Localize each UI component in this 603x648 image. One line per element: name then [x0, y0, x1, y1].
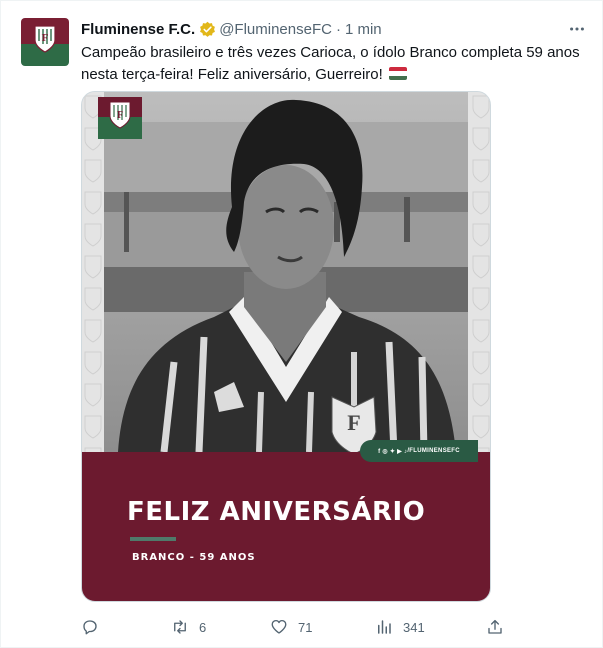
player-photo: F: [104, 92, 468, 452]
share-button[interactable]: [486, 616, 504, 638]
birthday-headline: FELIZ ANIVERSÁRIO: [127, 497, 426, 527]
social-handle-text: /FLUMINENSEFC: [407, 448, 460, 454]
verified-badge-icon: [200, 21, 216, 37]
hungary-flag-icon: [388, 67, 407, 80]
retweet-count: 6: [199, 619, 207, 635]
headline-underline: [130, 537, 176, 541]
tweet-header: Fluminense F.C. @FluminenseFC · 1 min: [81, 19, 382, 39]
tweet-body: Campeão brasileiro e três vezes Carioca,…: [81, 44, 580, 83]
reply-icon: [83, 620, 97, 635]
heart-icon: [271, 619, 287, 634]
tweet-timestamp[interactable]: 1 min: [345, 21, 382, 38]
like-button[interactable]: 71: [270, 616, 312, 638]
account-name[interactable]: Fluminense F.C.: [81, 21, 195, 38]
svg-text:F: F: [42, 32, 49, 44]
reply-button[interactable]: [81, 616, 99, 638]
tweet-media-image[interactable]: F F f ◎ ✦ ▶ ♪ /FLUMINENSEFC FELIZ ANIVER…: [81, 91, 491, 602]
separator-dot: ·: [335, 20, 341, 38]
retweet-icon: [174, 620, 186, 634]
more-options-icon[interactable]: [567, 19, 587, 39]
tweet-text: Campeão brasileiro e três vezes Carioca,…: [81, 42, 586, 86]
account-handle[interactable]: @FluminenseFC: [219, 21, 332, 38]
views-button[interactable]: 341: [375, 616, 425, 638]
like-count: 71: [298, 619, 313, 635]
svg-text:F: F: [117, 110, 123, 121]
views-chart-icon: [378, 620, 391, 634]
fluminense-logo-icon: F: [98, 97, 142, 139]
fluminense-crest-icon: F: [34, 25, 56, 53]
tweet-card[interactable]: F Fluminense F.C. @FluminenseFC · 1 min …: [0, 0, 603, 648]
share-icon: [488, 619, 502, 634]
birthday-banner: [82, 452, 490, 601]
svg-text:F: F: [347, 410, 360, 435]
views-count: 341: [403, 619, 425, 635]
retweet-button[interactable]: 6: [171, 616, 206, 638]
birthday-subline: BRANCO - 59 ANOS: [132, 552, 256, 563]
avatar[interactable]: F: [21, 18, 69, 66]
tweet-actions: 6 71 341: [81, 616, 506, 638]
social-icons: f ◎ ✦ ▶ ♪: [378, 448, 408, 455]
social-handle-tag: f ◎ ✦ ▶ ♪ /FLUMINENSEFC: [360, 440, 478, 462]
